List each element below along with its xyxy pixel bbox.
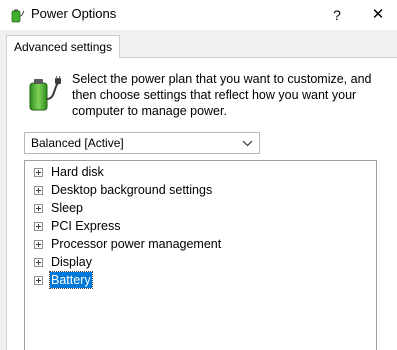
- power-plan-value: Balanced [Active]: [31, 136, 124, 150]
- window-title: Power Options: [31, 6, 117, 21]
- plus-box-icon[interactable]: [34, 203, 43, 213]
- plan-description: Select the power plan that you want to c…: [72, 72, 372, 118]
- close-button[interactable]: ✕: [359, 0, 397, 30]
- tree-item-sleep[interactable]: Sleep: [34, 199, 84, 217]
- plus-box-icon[interactable]: [34, 275, 43, 285]
- plus-box-icon[interactable]: [34, 257, 43, 267]
- power-options-dialog: Power Options ? ✕ Advanced settings Sele…: [0, 0, 397, 350]
- chevron-down-icon: [242, 140, 253, 147]
- power-options-icon: [11, 9, 25, 23]
- plus-box-icon[interactable]: [34, 185, 43, 195]
- tab-advanced-settings[interactable]: Advanced settings: [6, 35, 121, 58]
- tree-item-battery[interactable]: Battery: [34, 271, 93, 289]
- tree-item-label: Processor power management: [51, 237, 222, 251]
- tree-item-label: PCI Express: [51, 219, 121, 233]
- settings-tree: Hard disk Desktop background settings Sl…: [24, 160, 377, 350]
- tree-item-processor-power[interactable]: Processor power management: [34, 235, 222, 253]
- tree-item-label: Sleep: [51, 201, 83, 215]
- battery-plug-icon: [29, 76, 61, 111]
- plus-box-icon[interactable]: [34, 221, 43, 231]
- tree-item-label: Desktop background settings: [51, 183, 213, 197]
- power-plan-dropdown[interactable]: Balanced [Active]: [24, 132, 260, 154]
- plus-box-icon[interactable]: [34, 167, 43, 177]
- plus-box-icon[interactable]: [34, 239, 43, 249]
- tree-item-desktop-background[interactable]: Desktop background settings: [34, 181, 213, 199]
- tree-item-display[interactable]: Display: [34, 253, 93, 271]
- title-bar: Power Options ? ✕: [0, 0, 397, 30]
- help-button[interactable]: ?: [318, 0, 356, 30]
- tree-item-label: Hard disk: [51, 165, 104, 179]
- tree-item-label: Display: [51, 255, 92, 269]
- tree-item-hard-disk[interactable]: Hard disk: [34, 163, 105, 181]
- tree-item-label: Battery: [49, 271, 93, 289]
- tree-item-pci-express[interactable]: PCI Express: [34, 217, 121, 235]
